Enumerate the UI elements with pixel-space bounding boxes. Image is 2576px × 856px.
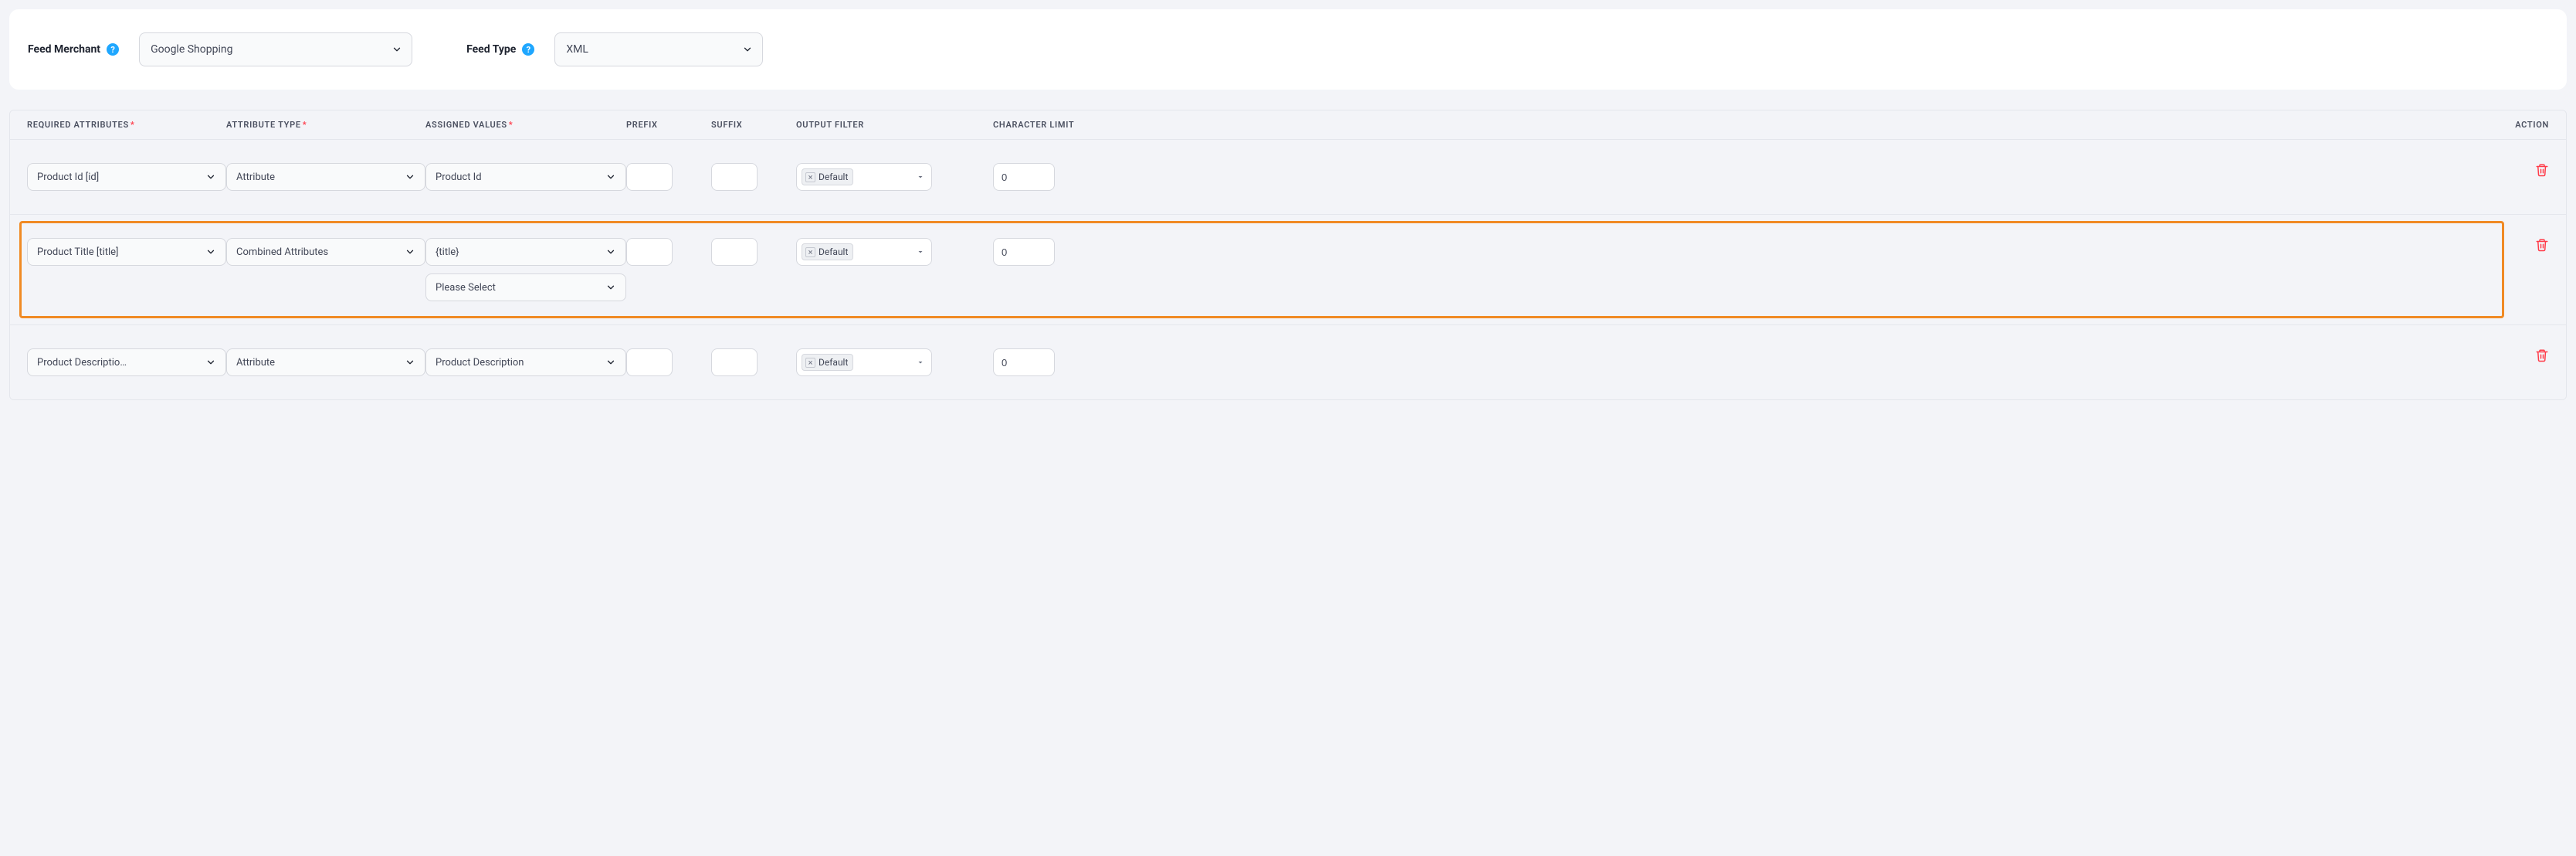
required-attribute-select[interactable]: Product Title [title] <box>27 238 226 266</box>
highlight-frame <box>19 221 2504 318</box>
suffix-input[interactable] <box>711 348 758 376</box>
chevron-down-icon <box>405 246 415 257</box>
required-attribute-select[interactable]: Product Description [description] <box>27 348 226 376</box>
chip-remove-icon[interactable]: × <box>805 358 815 368</box>
feed-type-label-text: Feed Type <box>466 43 516 56</box>
character-limit-input[interactable] <box>993 348 1055 376</box>
feed-merchant-group: Feed Merchant ? Google Shopping <box>28 32 412 66</box>
feed-type-value: XML <box>566 43 588 56</box>
attribute-type-select[interactable]: Attribute <box>226 348 425 376</box>
character-limit-input[interactable] <box>993 163 1055 191</box>
assigned-value-select[interactable]: {title} <box>425 238 626 266</box>
chevron-down-icon <box>916 358 925 367</box>
assigned-value-select[interactable]: Product Description <box>425 348 626 376</box>
table-row: Product Id [id]AttributeProduct Id ×Defau… <box>10 140 2566 214</box>
output-filter-select[interactable]: ×Default <box>796 163 932 191</box>
chevron-down-icon <box>605 282 616 293</box>
chevron-down-icon <box>405 172 415 182</box>
th-suffix: SUFFIX <box>711 120 796 130</box>
chevron-down-icon <box>205 357 216 368</box>
attributes-table: REQUIRED ATTRIBUTES ATTRIBUTE TYPE ASSIG… <box>9 110 2567 400</box>
feed-header-card: Feed Merchant ? Google Shopping Feed Typ… <box>9 9 2567 90</box>
th-charlimit: CHARACTER LIMIT <box>993 120 1136 130</box>
table-header: REQUIRED ATTRIBUTES ATTRIBUTE TYPE ASSIG… <box>10 110 2566 140</box>
filter-chip: ×Default <box>802 168 853 185</box>
feed-merchant-value: Google Shopping <box>151 43 232 56</box>
th-type: ATTRIBUTE TYPE <box>226 120 425 130</box>
required-attribute-select[interactable]: Product Id [id] <box>27 163 226 191</box>
th-action: ACTION <box>1136 120 2549 130</box>
assigned-value-secondary-select[interactable]: Please Select <box>425 273 626 301</box>
chevron-down-icon <box>605 172 616 182</box>
chevron-down-icon <box>916 172 925 182</box>
trash-icon[interactable] <box>2535 238 2549 252</box>
th-filter: OUTPUT FILTER <box>796 120 993 130</box>
feed-type-group: Feed Type ? XML <box>466 32 763 66</box>
feed-merchant-label-text: Feed Merchant <box>28 43 100 56</box>
prefix-input[interactable] <box>626 348 673 376</box>
trash-icon[interactable] <box>2535 348 2549 362</box>
chevron-down-icon <box>205 246 216 257</box>
chevron-down-icon <box>405 357 415 368</box>
suffix-input[interactable] <box>711 163 758 191</box>
chevron-down-icon <box>391 44 402 55</box>
trash-icon[interactable] <box>2535 163 2549 177</box>
table-row: Product Title [title]Combined Attributes… <box>10 214 2566 324</box>
feed-merchant-label: Feed Merchant ? <box>28 43 119 56</box>
filter-chip: ×Default <box>802 354 853 371</box>
attribute-type-select[interactable]: Attribute <box>226 163 425 191</box>
th-required: REQUIRED ATTRIBUTES <box>27 120 226 130</box>
prefix-input[interactable] <box>626 238 673 266</box>
chevron-down-icon <box>916 247 925 256</box>
assigned-value-select[interactable]: Product Id <box>425 163 626 191</box>
chip-remove-icon[interactable]: × <box>805 247 815 257</box>
help-icon[interactable]: ? <box>107 43 119 56</box>
output-filter-select[interactable]: ×Default <box>796 348 932 376</box>
prefix-input[interactable] <box>626 163 673 191</box>
table-row: Product Description [description]Attribu… <box>10 324 2566 399</box>
suffix-input[interactable] <box>711 238 758 266</box>
chevron-down-icon <box>605 246 616 257</box>
character-limit-input[interactable] <box>993 238 1055 266</box>
chip-remove-icon[interactable]: × <box>805 172 815 182</box>
feed-merchant-select[interactable]: Google Shopping <box>139 32 412 66</box>
feed-type-select[interactable]: XML <box>554 32 763 66</box>
chevron-down-icon <box>742 44 753 55</box>
chevron-down-icon <box>205 172 216 182</box>
attribute-type-select[interactable]: Combined Attributes <box>226 238 425 266</box>
help-icon[interactable]: ? <box>522 43 534 56</box>
chevron-down-icon <box>605 357 616 368</box>
output-filter-select[interactable]: ×Default <box>796 238 932 266</box>
th-prefix: PREFIX <box>626 120 711 130</box>
th-assigned: ASSIGNED VALUES <box>425 120 626 130</box>
feed-type-label: Feed Type ? <box>466 43 534 56</box>
filter-chip: ×Default <box>802 243 853 260</box>
